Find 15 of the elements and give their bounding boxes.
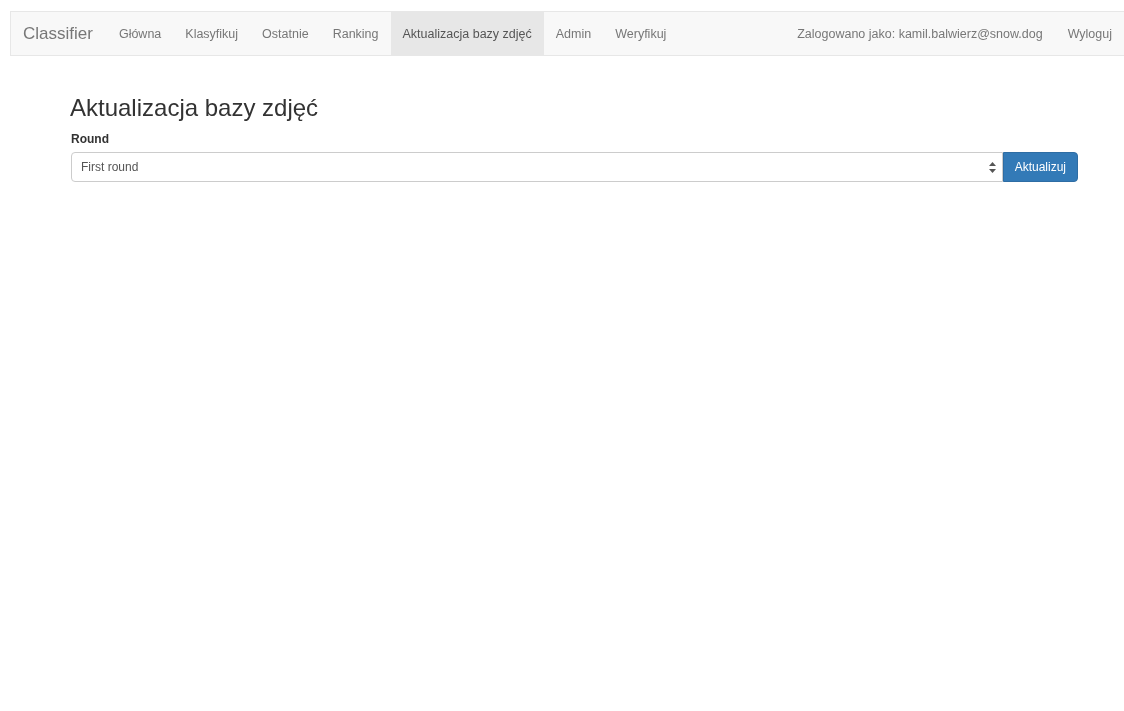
updown-icon xyxy=(988,161,996,173)
update-button[interactable]: Aktualizuj xyxy=(1002,152,1078,182)
field-label: Round xyxy=(71,132,110,146)
nav-link[interactable]: Ranking xyxy=(320,12,391,55)
nav-link[interactable]: Główna xyxy=(106,12,174,55)
round-select[interactable]: First round xyxy=(71,152,1003,182)
nav-link[interactable]: Weryfikuj xyxy=(603,12,679,55)
brand-link[interactable]: Classifier xyxy=(11,12,107,55)
nav-link[interactable]: Admin xyxy=(543,12,604,55)
logout-link[interactable]: Wyloguj xyxy=(1055,12,1124,55)
nav-link[interactable]: Ostatnie xyxy=(250,12,321,55)
page-title: Aktualizacja bazy zdjęć xyxy=(70,94,320,122)
nav-link[interactable]: Aktualizacja bazy zdjęć xyxy=(390,12,544,55)
nav-link[interactable]: Klasyfikuj xyxy=(173,12,251,55)
logged-in-text: Zalogowano jako: kamil.balwierz@snow.dog xyxy=(796,25,1044,43)
